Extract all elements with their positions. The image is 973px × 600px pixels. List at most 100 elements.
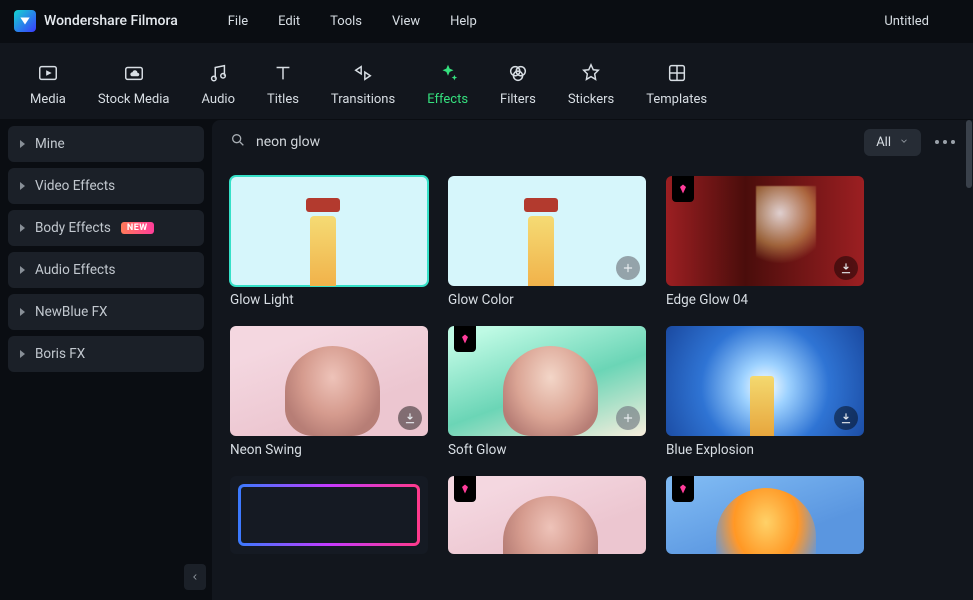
card-title: Blue Explosion bbox=[666, 442, 864, 458]
effect-card-blue-explosion[interactable]: Blue Explosion bbox=[666, 326, 864, 458]
filter-dropdown[interactable]: All bbox=[864, 129, 921, 156]
sidebar-item-newblue-fx[interactable]: NewBlue FX bbox=[8, 294, 204, 330]
thumbnail bbox=[666, 326, 864, 436]
tab-audio-label: Audio bbox=[202, 92, 235, 107]
chevron-right-icon bbox=[20, 182, 25, 190]
premium-badge-icon bbox=[454, 476, 476, 502]
effect-card-partial-2[interactable] bbox=[448, 476, 646, 554]
scrollbar-thumb[interactable] bbox=[966, 120, 972, 188]
download-icon[interactable] bbox=[834, 406, 858, 430]
sidebar-item-body-effects[interactable]: Body Effects NEW bbox=[8, 210, 204, 246]
tab-templates-label: Templates bbox=[646, 92, 707, 107]
filters-icon bbox=[505, 60, 531, 86]
effects-grid: Glow Light Glow Color Edge Glow 04 bbox=[212, 164, 973, 600]
download-icon[interactable] bbox=[398, 406, 422, 430]
thumbnail bbox=[448, 326, 646, 436]
card-title: Glow Light bbox=[230, 292, 428, 308]
premium-badge-icon bbox=[672, 476, 694, 502]
chevron-right-icon bbox=[20, 224, 25, 232]
templates-icon bbox=[664, 60, 690, 86]
document-title: Untitled bbox=[884, 14, 929, 29]
card-title: Soft Glow bbox=[448, 442, 646, 458]
add-icon[interactable] bbox=[616, 256, 640, 280]
sidebar-item-audio-effects[interactable]: Audio Effects bbox=[8, 252, 204, 288]
chevron-right-icon bbox=[20, 350, 25, 358]
chevron-down-icon bbox=[899, 135, 909, 150]
thumbnail bbox=[448, 476, 646, 554]
app-title: Wondershare Filmora bbox=[44, 13, 178, 29]
tab-effects[interactable]: Effects bbox=[411, 60, 484, 107]
menu-edit[interactable]: Edit bbox=[278, 14, 300, 29]
tab-transitions-label: Transitions bbox=[331, 92, 395, 107]
title-bar: Wondershare Filmora File Edit Tools View… bbox=[0, 0, 973, 42]
chevron-right-icon bbox=[20, 308, 25, 316]
app-logo-wrap: Wondershare Filmora bbox=[14, 10, 178, 32]
sidebar-item-label: Boris FX bbox=[35, 346, 85, 362]
sparkle-icon bbox=[435, 60, 461, 86]
media-icon bbox=[35, 60, 61, 86]
tab-stock-media[interactable]: Stock Media bbox=[82, 60, 186, 107]
effect-card-neon-swing[interactable]: Neon Swing bbox=[230, 326, 428, 458]
menu-file[interactable]: File bbox=[228, 14, 248, 29]
thumbnail bbox=[230, 476, 428, 554]
sidebar: Mine Video Effects Body Effects NEW Audi… bbox=[0, 120, 212, 600]
menu-help[interactable]: Help bbox=[450, 14, 477, 29]
effect-card-glow-light[interactable]: Glow Light bbox=[230, 176, 428, 308]
sidebar-item-boris-fx[interactable]: Boris FX bbox=[8, 336, 204, 372]
tab-filters-label: Filters bbox=[500, 92, 536, 107]
sticker-icon bbox=[578, 60, 604, 86]
toolbar: Media Stock Media Audio Titles Transitio… bbox=[0, 42, 973, 120]
tab-titles[interactable]: Titles bbox=[251, 60, 315, 107]
thumbnail bbox=[666, 176, 864, 286]
download-icon[interactable] bbox=[834, 256, 858, 280]
tab-media[interactable]: Media bbox=[14, 60, 82, 107]
sidebar-item-label: Audio Effects bbox=[35, 262, 116, 278]
scrollbar[interactable] bbox=[965, 120, 973, 600]
tab-titles-label: Titles bbox=[267, 92, 299, 107]
chevron-right-icon bbox=[20, 266, 25, 274]
tab-templates[interactable]: Templates bbox=[630, 60, 723, 107]
sidebar-item-label: Body Effects bbox=[35, 220, 111, 236]
sidebar-item-video-effects[interactable]: Video Effects bbox=[8, 168, 204, 204]
tab-stickers-label: Stickers bbox=[568, 92, 614, 107]
card-title: Edge Glow 04 bbox=[666, 292, 864, 308]
sidebar-item-label: Mine bbox=[35, 136, 65, 152]
main: Mine Video Effects Body Effects NEW Audi… bbox=[0, 120, 973, 600]
search-icon bbox=[230, 132, 246, 152]
tab-audio[interactable]: Audio bbox=[186, 60, 251, 107]
tab-stock-media-label: Stock Media bbox=[98, 92, 170, 107]
cloud-icon bbox=[121, 60, 147, 86]
tab-transitions[interactable]: Transitions bbox=[315, 60, 411, 107]
transitions-icon bbox=[350, 60, 376, 86]
effect-card-soft-glow[interactable]: Soft Glow bbox=[448, 326, 646, 458]
thumbnail bbox=[230, 326, 428, 436]
menu-bar: File Edit Tools View Help bbox=[228, 14, 477, 29]
filter-label: All bbox=[876, 135, 891, 150]
menu-view[interactable]: View bbox=[392, 14, 420, 29]
add-icon[interactable] bbox=[616, 406, 640, 430]
tab-filters[interactable]: Filters bbox=[484, 60, 552, 107]
chevron-right-icon bbox=[20, 140, 25, 148]
more-button[interactable] bbox=[935, 140, 955, 144]
menu-tools[interactable]: Tools bbox=[330, 14, 362, 29]
premium-badge-icon bbox=[454, 326, 476, 352]
card-title: Neon Swing bbox=[230, 442, 428, 458]
content-panel: All Glow Light Glow Color bbox=[212, 120, 973, 600]
collapse-sidebar-button[interactable] bbox=[184, 564, 206, 590]
new-badge: NEW bbox=[121, 222, 154, 234]
effect-card-edge-glow-04[interactable]: Edge Glow 04 bbox=[666, 176, 864, 308]
effect-card-glow-color[interactable]: Glow Color bbox=[448, 176, 646, 308]
thumbnail bbox=[666, 476, 864, 554]
tab-stickers[interactable]: Stickers bbox=[552, 60, 630, 107]
sidebar-item-mine[interactable]: Mine bbox=[8, 126, 204, 162]
search-wrap bbox=[230, 132, 456, 152]
premium-badge-icon bbox=[672, 176, 694, 202]
effect-card-partial-1[interactable] bbox=[230, 476, 428, 554]
effect-card-partial-3[interactable] bbox=[666, 476, 864, 554]
content-header: All bbox=[212, 120, 973, 164]
tab-effects-label: Effects bbox=[427, 92, 468, 107]
search-input[interactable] bbox=[256, 134, 456, 150]
app-logo-icon bbox=[14, 10, 36, 32]
text-icon bbox=[270, 60, 296, 86]
sidebar-item-label: Video Effects bbox=[35, 178, 115, 194]
